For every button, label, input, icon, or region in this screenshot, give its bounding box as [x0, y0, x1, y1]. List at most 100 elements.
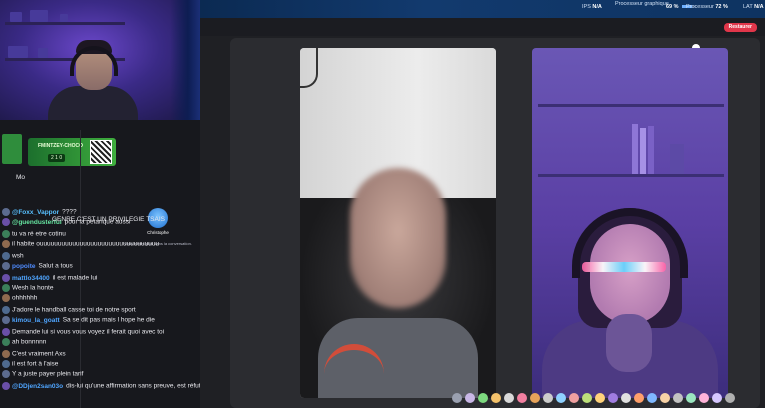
chat-message: popoite Salut a tous	[2, 262, 73, 270]
chat-text: ohhhhhh	[12, 294, 38, 302]
reaction-emoji-icon[interactable]	[686, 393, 696, 403]
qr-card-chip	[2, 134, 22, 164]
reaction-dock	[452, 388, 765, 408]
reaction-emoji-icon[interactable]	[725, 393, 735, 403]
video-tile-right[interactable]	[532, 48, 728, 398]
chat-text: Demande lui si vous vous voyez il ferait…	[12, 328, 165, 336]
stat-value: N/A	[592, 4, 602, 10]
reaction-emoji-icon[interactable]	[491, 393, 501, 403]
reaction-emoji-icon[interactable]	[452, 393, 462, 403]
reaction-emoji-icon[interactable]	[699, 393, 709, 403]
reset-button[interactable]: Restaurer	[723, 23, 757, 32]
reaction-emoji-icon[interactable]	[465, 393, 475, 403]
shelf-item	[10, 12, 22, 22]
avatar-icon	[2, 240, 10, 248]
chat-text: GENRE C'EST UN PRIVILEGIE TSAIS	[52, 216, 165, 223]
stat-fps: IPS N/A	[582, 4, 602, 10]
reaction-emoji-icon[interactable]	[634, 393, 644, 403]
chat-message: wsh	[2, 252, 24, 260]
reaction-emoji-icon[interactable]	[543, 393, 553, 403]
reaction-emoji-icon[interactable]	[517, 393, 527, 403]
avatar-icon	[2, 294, 10, 302]
performance-bar: IPS N/A Processeur graphique 69 % Proces…	[200, 0, 765, 18]
qr-card: FMINTZEY-CHOCO 2 1 0	[28, 138, 116, 166]
chat-username[interactable]: @DDjen2san03o	[12, 383, 63, 390]
chat-text: J'adore le handball casse toi de notre s…	[12, 306, 136, 314]
chat-text: C'est vraiment Axs	[12, 350, 66, 358]
toolbar: Restaurer	[200, 18, 765, 36]
chat-text: Wesh la honte	[12, 284, 54, 292]
participant-name: Christophe	[147, 230, 169, 235]
qr-card-date: 2 1 0	[48, 154, 66, 162]
stat-latency: LAT N/A	[743, 4, 764, 10]
chat-text: Y a juste payer plein tarif	[12, 370, 84, 378]
reaction-emoji-icon[interactable]	[595, 393, 605, 403]
reaction-emoji-icon[interactable]	[530, 393, 540, 403]
chat-username[interactable]: kimou_la_goatt	[12, 317, 60, 324]
avatar-icon	[2, 274, 10, 282]
chat-text: ah bonnnnn	[12, 338, 47, 346]
chat-text: il habite ouuuuuuuuuuuuuuuuuuuuuuuuuuuuu…	[12, 240, 160, 248]
reaction-emoji-icon[interactable]	[478, 393, 488, 403]
avatar-icon	[2, 208, 10, 216]
video-tile-left[interactable]	[300, 48, 496, 398]
chat-message: mattlo34400 il est malade lui	[2, 274, 97, 282]
chat-text: tu va ré etre cotinu	[12, 230, 66, 238]
stat-value: 69 %	[666, 4, 679, 10]
chat-message: Demande lui si vous vous voyez il ferait…	[2, 328, 164, 336]
chat-message: il habite ouuuuuuuuuuuuuuuuuuuuuuuuuuuuu…	[2, 240, 159, 248]
chat-header-name: Mo	[16, 174, 26, 181]
chat-message: ohhhhhh	[2, 294, 37, 302]
chat-text: il est malade lui	[52, 274, 98, 282]
reaction-emoji-icon[interactable]	[712, 393, 722, 403]
chat-text: ????	[62, 208, 77, 216]
shelf	[538, 104, 724, 107]
shelf-item	[30, 10, 48, 22]
light-strip	[170, 0, 200, 120]
chat-message: Y a juste payer plein tarif	[2, 370, 83, 378]
stat-label: LAT	[743, 4, 753, 10]
stat-cpu: Processeur 72 %	[686, 4, 728, 10]
reaction-emoji-icon[interactable]	[660, 393, 670, 403]
stat-value: 72 %	[715, 4, 728, 10]
chat-text: il est fort à l'aise	[12, 360, 59, 368]
reaction-emoji-icon[interactable]	[569, 393, 579, 403]
glasses	[582, 262, 666, 272]
chat-message: C'est vraiment Axs	[2, 350, 66, 358]
stat-gpu: Processeur graphique	[615, 1, 669, 7]
avatar-icon	[2, 316, 10, 324]
stat-label: IPS	[582, 4, 591, 10]
reaction-emoji-icon[interactable]	[556, 393, 566, 403]
reaction-emoji-icon[interactable]	[504, 393, 514, 403]
chat-message: il est fort à l'aise	[2, 360, 58, 368]
chat-message: J'adore le handball casse toi de notre s…	[2, 306, 136, 314]
avatar-icon	[2, 360, 10, 368]
blurred-face	[350, 168, 446, 308]
chat-username[interactable]: mattlo34400	[12, 275, 50, 282]
reaction-emoji-icon[interactable]	[647, 393, 657, 403]
chat-message: GENRE C'EST UN PRIVILEGIE TSAIS	[52, 216, 165, 223]
chat-panel: FMINTZEY-CHOCO 2 1 0 Mo Christophe Vous …	[0, 120, 200, 408]
stat-value: N/A	[754, 4, 764, 10]
reaction-emoji-icon[interactable]	[621, 393, 631, 403]
chat-message: ah bonnnnn	[2, 338, 46, 346]
reaction-emoji-icon[interactable]	[582, 393, 592, 403]
stat-label: Processeur	[686, 4, 714, 10]
chat-username[interactable]: popoite	[12, 263, 35, 270]
book	[648, 126, 654, 174]
avatar-icon	[2, 306, 10, 314]
chat-message: @DDjen2san03o dis-lui qu'une affirmation …	[2, 382, 200, 390]
lamp	[300, 48, 318, 88]
chat-username[interactable]: @Foxx_Vappor	[12, 209, 59, 216]
reaction-emoji-icon[interactable]	[608, 393, 618, 403]
streamer-webcam	[0, 0, 200, 120]
book	[640, 128, 646, 174]
shelf-decor	[670, 144, 684, 174]
avatar-icon	[2, 338, 10, 346]
hand	[606, 314, 652, 372]
avatar-icon	[2, 262, 10, 270]
stat-label: Processeur graphique	[615, 1, 669, 7]
reaction-emoji-icon[interactable]	[673, 393, 683, 403]
avatar-icon	[2, 328, 10, 336]
streamer-body	[48, 86, 138, 120]
